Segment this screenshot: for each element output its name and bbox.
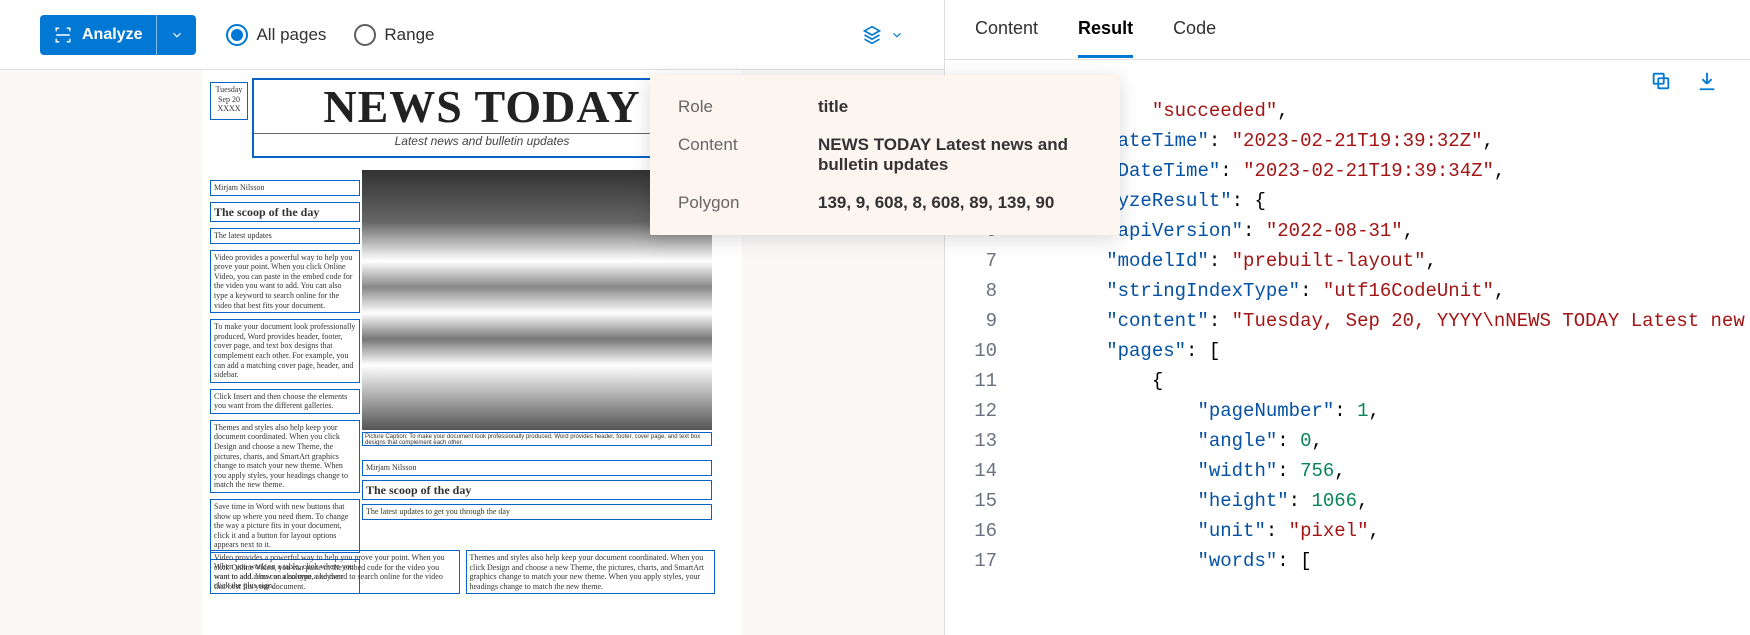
radio-unchecked-icon xyxy=(354,24,376,46)
text-region[interactable]: Save time in Word with new buttons that … xyxy=(210,499,360,553)
doc-title: NEWS TODAY xyxy=(254,80,710,134)
author-region[interactable]: Mirjam Nilsson xyxy=(210,180,360,196)
text-region[interactable]: The latest updates to get you through th… xyxy=(362,504,712,520)
text-region[interactable]: Themes and styles also help keep your do… xyxy=(210,420,360,493)
tooltip-key-role: Role xyxy=(678,97,818,117)
tab-result[interactable]: Result xyxy=(1078,18,1133,58)
chevron-down-icon xyxy=(890,28,904,42)
analyze-button[interactable]: Analyze xyxy=(40,15,196,55)
tooltip-val-role: title xyxy=(818,97,1092,117)
date-region[interactable]: Tuesday Sep 20 XXXX xyxy=(210,82,248,120)
doc-subtitle: Latest news and bulletin updates xyxy=(254,134,710,148)
author-region[interactable]: Mirjam Nilsson xyxy=(362,460,712,476)
heading-region[interactable]: The scoop of the day xyxy=(210,202,360,222)
region-tooltip: Role title Content NEWS TODAY Latest new… xyxy=(650,75,1120,235)
caption-region[interactable]: Picture Caption: To make your document l… xyxy=(362,432,712,446)
text-region[interactable]: The latest updates xyxy=(210,228,360,244)
text-region[interactable]: Video provides a powerful way to help yo… xyxy=(210,550,460,594)
radio-checked-icon xyxy=(226,24,248,46)
page-range-group: All pages Range xyxy=(226,24,434,46)
copy-button[interactable] xyxy=(1650,70,1672,92)
tooltip-val-polygon: 139, 9, 608, 8, 608, 89, 139, 90 xyxy=(818,193,1092,213)
result-tabs: Content Result Code xyxy=(945,0,1750,60)
heading-region[interactable]: The scoop of the day xyxy=(362,480,712,500)
download-button[interactable] xyxy=(1696,70,1718,92)
tab-code[interactable]: Code xyxy=(1173,18,1216,55)
analyze-label: Analyze xyxy=(82,26,142,44)
tooltip-key-content: Content xyxy=(678,135,818,175)
text-region[interactable]: Video provides a powerful way to help yo… xyxy=(210,250,360,314)
text-region[interactable]: Click Insert and then choose the element… xyxy=(210,389,360,414)
text-region[interactable]: Themes and styles also help keep your do… xyxy=(466,550,716,594)
all-pages-label: All pages xyxy=(256,25,326,45)
scan-icon xyxy=(54,26,72,44)
text-region[interactable]: To make your document look professionall… xyxy=(210,319,360,383)
title-region[interactable]: NEWS TODAY Latest news and bulletin upda… xyxy=(252,78,712,158)
analyze-dropdown[interactable] xyxy=(156,15,196,55)
radio-range[interactable]: Range xyxy=(354,24,434,46)
tooltip-key-polygon: Polygon xyxy=(678,193,818,213)
layers-icon xyxy=(862,25,882,45)
range-label: Range xyxy=(384,25,434,45)
tooltip-val-content: NEWS TODAY Latest news and bulletin upda… xyxy=(818,135,1092,175)
radio-all-pages[interactable]: All pages xyxy=(226,24,326,46)
layers-dropdown[interactable] xyxy=(862,25,904,45)
tab-content[interactable]: Content xyxy=(975,18,1038,55)
toolbar: Analyze All pages Range xyxy=(0,0,944,70)
